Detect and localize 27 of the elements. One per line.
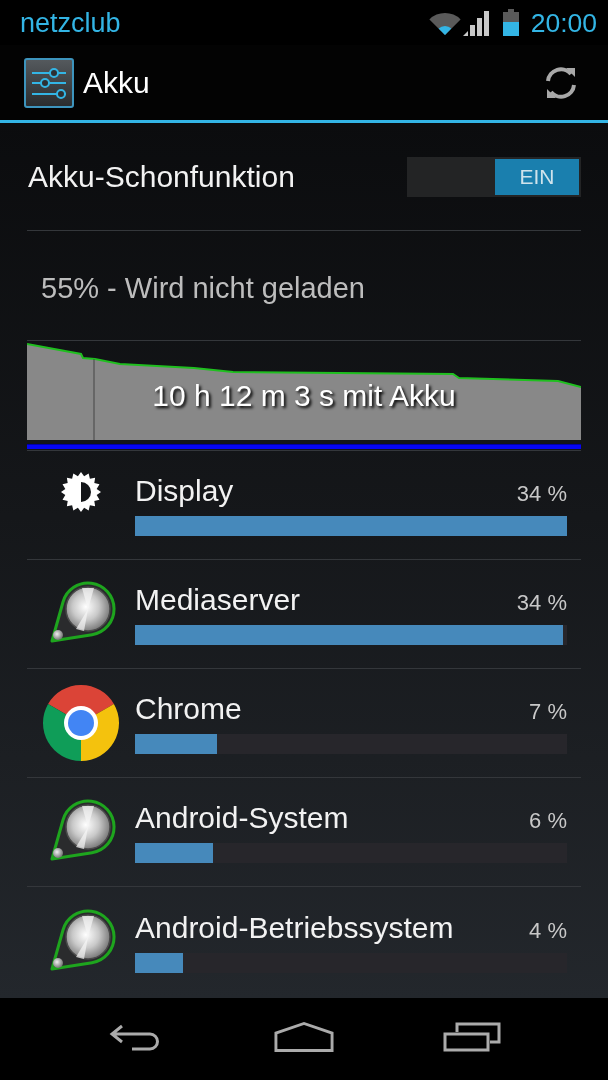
browser-logo-icon bbox=[43, 685, 119, 761]
app-name: Chrome bbox=[135, 692, 242, 726]
carrier-name: netzclub bbox=[20, 6, 121, 39]
usage-percent: 7 % bbox=[529, 699, 567, 725]
clock: 20:00 bbox=[530, 6, 597, 39]
usage-percent: 34 % bbox=[516, 481, 567, 507]
battery-status-text: 55% - Wird nicht geladen bbox=[41, 271, 365, 306]
recent-apps-icon bbox=[443, 1022, 501, 1052]
battery-icon bbox=[502, 9, 519, 36]
usage-percent: 6 % bbox=[529, 808, 567, 834]
sliders-icon bbox=[24, 57, 74, 108]
home-button[interactable] bbox=[274, 1020, 334, 1054]
brightness-icon bbox=[61, 472, 101, 512]
app-name: Android-Betriebssystem bbox=[135, 910, 454, 945]
battery-time-label: 10 h 12 m 3 s mit Akku bbox=[152, 378, 456, 414]
app-name: Android-System bbox=[135, 801, 349, 835]
usage-percent: 34 % bbox=[516, 590, 567, 616]
signal-icon bbox=[462, 9, 491, 36]
usage-percent: 4 % bbox=[529, 917, 567, 944]
app-name: Display bbox=[135, 474, 234, 508]
home-icon bbox=[274, 1021, 334, 1053]
toggle-thumb: EIN bbox=[495, 158, 579, 195]
screen-title: Akku bbox=[83, 64, 150, 101]
toggle-switch[interactable]: EIN bbox=[407, 156, 581, 197]
recent-apps-button[interactable] bbox=[442, 1020, 502, 1054]
app-name: Mediaserver bbox=[135, 583, 301, 617]
setting-label: Akku-Schonfunktion bbox=[28, 158, 295, 195]
